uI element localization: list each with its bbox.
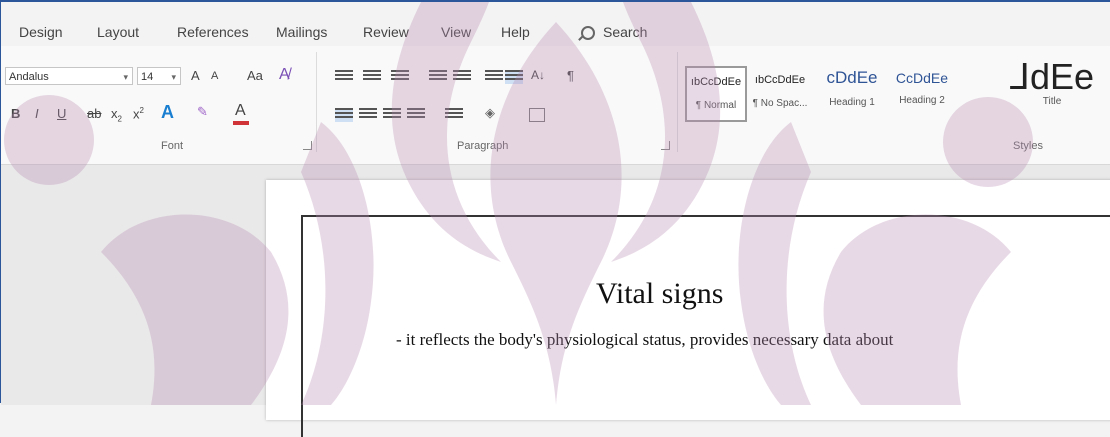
font-size-box[interactable]: 14 ▾ — [137, 67, 181, 85]
tab-mailings[interactable]: Mailings — [276, 24, 327, 40]
document-canvas[interactable]: Vital signs - it reflects the body's phy… — [1, 165, 1110, 437]
search-box[interactable]: Search — [603, 24, 647, 40]
tab-layout[interactable]: Layout — [97, 24, 139, 40]
line-spacing-icon[interactable] — [445, 108, 463, 122]
strikethrough-button[interactable]: ab — [87, 106, 101, 121]
align-left-icon[interactable] — [335, 108, 353, 122]
page-border — [301, 215, 1110, 437]
text-effects-button[interactable]: A — [161, 102, 174, 123]
style-no-spacing[interactable]: ıbCcDdEe ¶ No Spac... — [749, 66, 811, 122]
font-group-label: Font — [161, 140, 184, 152]
clear-formatting-icon[interactable]: A̸ — [279, 66, 290, 84]
font-name-box[interactable]: Andalus ▾ — [5, 67, 133, 85]
document-paragraph[interactable]: - it reflects the body's physiological s… — [396, 330, 893, 350]
numbering-icon[interactable] — [363, 70, 381, 84]
bold-button[interactable]: B — [11, 106, 20, 121]
paragraph-dialog-launcher-icon[interactable] — [661, 141, 670, 150]
chevron-down-icon: ▾ — [171, 72, 176, 82]
search-icon[interactable] — [581, 26, 595, 40]
document-title[interactable]: Vital signs — [596, 277, 723, 311]
justify-icon[interactable] — [407, 108, 425, 122]
multilevel-list-icon[interactable] — [391, 70, 409, 84]
subscript-button[interactable]: x2 — [111, 106, 122, 124]
bullets-icon[interactable] — [335, 70, 353, 84]
ribbon-tab-bar: Design Layout References Mailings Review… — [1, 2, 1110, 46]
style-heading-2[interactable]: CcDdEe Heading 2 — [891, 66, 953, 122]
style-sample: ıbCcDdEe — [754, 74, 806, 86]
superscript-button[interactable]: x2 — [133, 106, 144, 121]
paragraph-group-label: Paragraph — [457, 140, 509, 152]
change-case-button[interactable]: Aa — [247, 68, 263, 83]
style-name: ¶ No Spac... — [752, 98, 808, 109]
style-heading-1[interactable]: cDdEe Heading 1 — [821, 66, 883, 122]
chevron-down-icon: ▾ — [123, 72, 128, 82]
shading-icon[interactable]: ◈ — [485, 105, 495, 121]
font-color-button[interactable]: A — [235, 102, 246, 120]
increase-indent-icon[interactable] — [453, 70, 471, 84]
align-right-icon[interactable] — [383, 108, 401, 122]
document-page[interactable]: Vital signs - it reflects the body's phy… — [266, 180, 1110, 437]
style-sample: ıbCcDdEe — [690, 76, 742, 88]
font-color-swatch — [233, 121, 249, 125]
style-normal[interactable]: ıbCcDdEe ¶ Normal — [685, 66, 747, 122]
style-sample: CcDdEe — [895, 70, 949, 86]
style-title[interactable]: ⅃dEe Title — [1009, 56, 1095, 122]
tab-design[interactable]: Design — [19, 24, 63, 40]
borders-icon[interactable] — [529, 108, 545, 122]
style-name: ¶ Normal — [695, 100, 737, 111]
tab-review[interactable]: Review — [363, 24, 409, 40]
shrink-font-button[interactable]: A — [211, 70, 218, 82]
ltr-icon[interactable] — [485, 70, 503, 84]
align-center-icon[interactable] — [359, 108, 377, 122]
style-name: Heading 2 — [899, 95, 945, 106]
highlight-icon[interactable]: ✎ — [197, 104, 208, 120]
group-divider — [677, 52, 678, 152]
grow-font-button[interactable]: A — [191, 68, 200, 83]
tab-view[interactable]: View — [441, 24, 471, 40]
ribbon: Andalus ▾ 14 ▾ A A Aa A̸ B I U ab x2 x2 … — [1, 46, 1110, 165]
rtl-icon[interactable] — [505, 70, 523, 84]
show-marks-button[interactable]: ¶ — [567, 68, 574, 83]
tab-help[interactable]: Help — [501, 24, 530, 40]
italic-button[interactable]: I — [35, 106, 39, 121]
font-size-value: 14 — [141, 71, 154, 83]
style-sample: ⅃dEe — [1009, 56, 1095, 97]
style-sample: cDdEe — [826, 68, 878, 87]
tab-references[interactable]: References — [177, 24, 249, 40]
word-window: Design Layout References Mailings Review… — [0, 0, 1110, 437]
sort-button[interactable]: A↓ — [531, 68, 545, 82]
font-dialog-launcher-icon[interactable] — [303, 141, 312, 150]
decrease-indent-icon[interactable] — [429, 70, 447, 84]
style-name: Heading 1 — [829, 97, 875, 108]
styles-group-label: Styles — [1013, 140, 1043, 152]
group-divider — [316, 52, 317, 152]
underline-button[interactable]: U — [57, 106, 66, 121]
font-name-value: Andalus — [9, 71, 49, 83]
